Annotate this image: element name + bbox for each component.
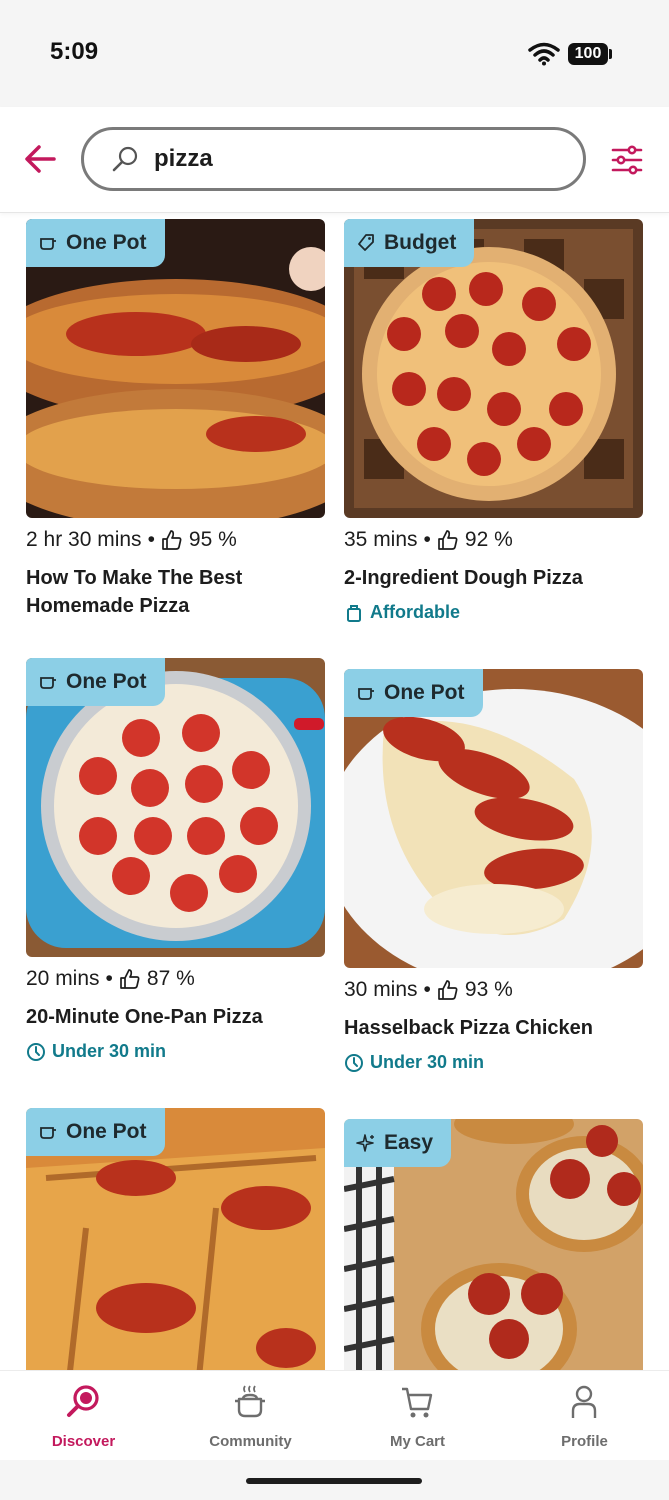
community-pot-icon [235,1385,265,1418]
thumbs-up-icon [438,980,458,1000]
recipe-tag: Budget [344,219,475,267]
recipe-tag: One Pot [26,219,165,267]
recipe-meta: 20 mins • 87 % [26,965,325,993]
recipe-card[interactable]: One Pot 30 mins • 93 % Hasselback Pizza … [344,669,643,1073]
recipe-time: 30 mins [344,978,418,1001]
status-time: 5:09 [50,38,99,65]
discover-icon [67,1385,99,1417]
tab-label: Profile [561,1433,608,1450]
home-indicator[interactable] [246,1478,422,1484]
recipe-tag-label: One Pot [66,670,147,693]
recipe-time: 35 mins [344,528,418,551]
recipe-card[interactable]: One Pot 2 hr 30 mins • 95 % How To Make … [26,219,325,620]
tab-discover[interactable]: Discover [0,1371,167,1461]
recipe-image: One Pot [26,658,325,957]
tab-label: Community [209,1433,292,1450]
recipe-tag-label: One Pot [66,231,147,254]
recipe-card[interactable]: One Pot [26,1108,325,1370]
clock-icon [27,1042,45,1061]
recipe-time: 20 mins [26,967,100,990]
recipe-image: One Pot [26,1108,325,1370]
recipe-tag: One Pot [344,669,483,717]
recipe-rating: 87 % [146,967,195,990]
recipe-meta: 30 mins • 93 % [344,976,643,1004]
recipe-title[interactable]: 20-Minute One-Pan Pizza [26,1003,325,1031]
thumbs-up-icon [438,530,458,550]
recipe-title[interactable]: 2-Ingredient Dough Pizza [344,564,643,592]
price-tag-icon [358,234,374,251]
thumbs-up-icon [120,969,140,989]
recipe-image: Budget [344,219,643,518]
search-icon [112,146,138,172]
wifi-icon [528,42,560,66]
recipe-grid: One Pot 2 hr 30 mins • 95 % How To Make … [0,214,669,1370]
battery-cap [609,49,612,59]
sliders-icon[interactable] [610,143,644,177]
pot-icon [40,677,56,689]
recipe-tag: One Pot [26,1108,165,1156]
meta-separator: • [147,528,155,551]
sparkle-icon [356,1134,374,1152]
cart-icon [402,1387,433,1418]
recipe-time: 2 hr 30 mins [26,528,142,551]
tab-my-cart[interactable]: My Cart [334,1371,501,1461]
recipe-rating: 92 % [464,528,513,551]
recipe-image: One Pot [26,219,325,518]
recipe-badge: Under 30 min [26,1041,325,1062]
arrow-left-icon[interactable] [22,141,58,177]
profile-icon [571,1385,597,1418]
bottom-tab-bar: Discover Community My Cart Profile [0,1370,669,1460]
meta-separator: • [423,528,431,551]
recipe-card[interactable]: One Pot 20 mins • 87 % 20-Minute One-Pan… [26,658,325,1062]
recipe-badge: Under 30 min [344,1052,643,1073]
recipe-tag-label: Easy [384,1131,434,1154]
search-header [0,107,669,213]
recipe-image: One Pot [344,669,643,968]
tab-profile[interactable]: Profile [501,1371,668,1461]
recipe-meta: 2 hr 30 mins • 95 % [26,526,325,554]
pot-icon [358,688,374,700]
recipe-meta: 35 mins • 92 % [344,526,643,554]
battery-indicator: 100 [568,43,608,65]
meta-separator: • [105,967,113,990]
recipe-card[interactable]: Budget 35 mins • 92 % 2-Ingredient Dough… [344,219,643,623]
tab-label: My Cart [389,1433,445,1450]
recipe-tag: One Pot [26,658,165,706]
recipe-badge-label: Under 30 min [370,1052,485,1072]
recipe-tag-label: Budget [384,231,457,254]
recipe-card[interactable]: Easy [344,1119,643,1370]
meta-separator: • [423,978,431,1001]
thumbs-up-icon [162,530,182,550]
tab-label: Discover [51,1433,116,1450]
clock-icon [345,1053,363,1072]
recipe-rating: 93 % [464,978,513,1001]
recipe-title[interactable]: How To Make The Best Homemade Pizza [26,564,325,620]
recipe-tag: Easy [344,1119,452,1167]
tab-community[interactable]: Community [167,1371,334,1461]
search-box[interactable] [81,127,586,191]
shopping-bag-icon [347,604,361,622]
recipe-badge-label: Affordable [370,602,460,622]
recipe-badge: Affordable [344,602,643,623]
recipe-tag-label: One Pot [66,1120,147,1143]
recipe-tag-label: One Pot [384,681,465,704]
recipe-badge-label: Under 30 min [52,1041,167,1061]
search-input[interactable] [154,140,554,178]
recipe-image: Easy [344,1119,643,1370]
recipe-title[interactable]: Hasselback Pizza Chicken [344,1014,643,1042]
pot-icon [40,238,56,250]
pot-icon [40,1127,56,1139]
recipe-rating: 95 % [188,528,237,551]
